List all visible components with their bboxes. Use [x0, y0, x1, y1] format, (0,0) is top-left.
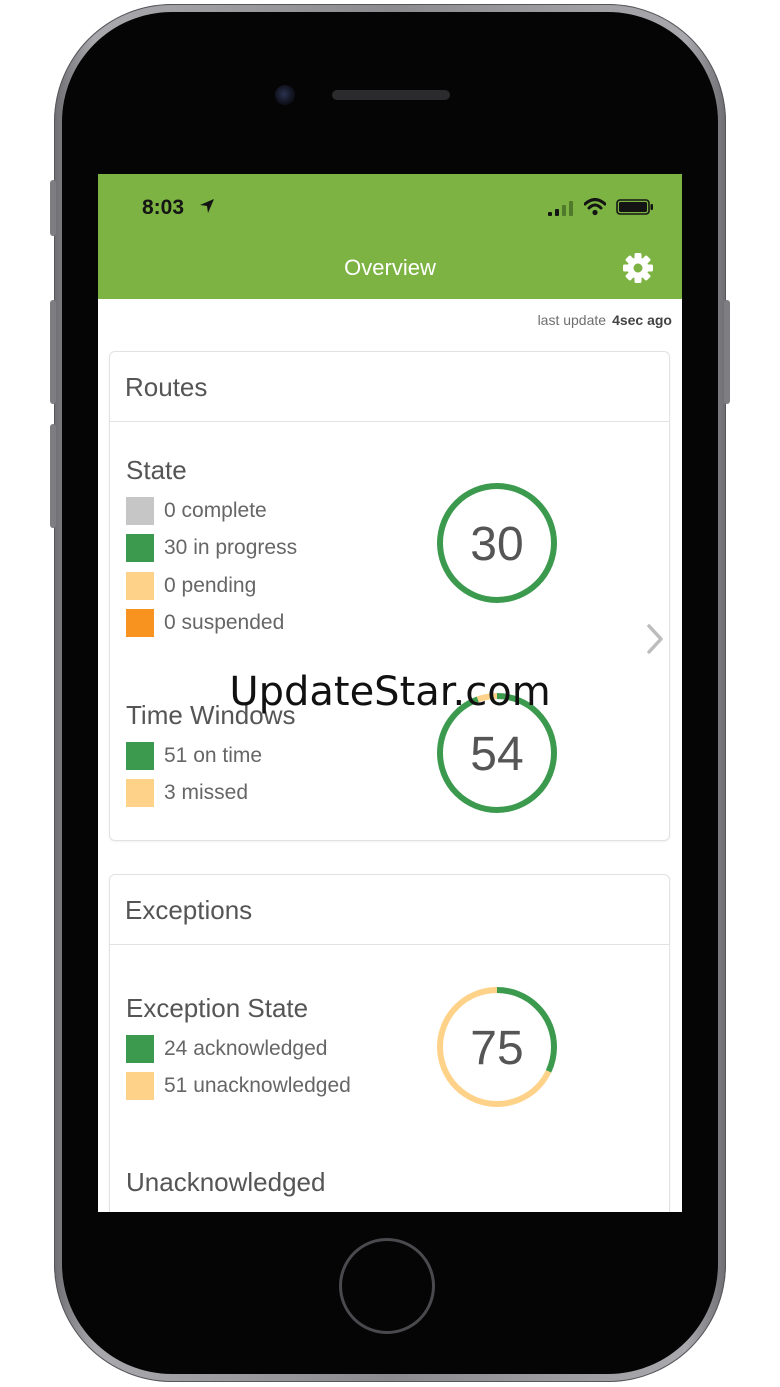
status-time: 8:03: [142, 196, 185, 219]
legend-swatch: [126, 572, 154, 600]
legend-item: 0 complete: [126, 497, 267, 525]
front-camera: [275, 85, 295, 105]
app-screen: 8:03 Overview last update 4sec ago Route…: [98, 174, 682, 1212]
last-update-value: 4sec ago: [612, 312, 672, 328]
legend-item: 3 missed: [126, 779, 248, 807]
legend-swatch: [126, 534, 154, 562]
legend-item: 0 pending: [126, 572, 256, 600]
legend-label: 3 missed: [164, 781, 249, 804]
routes-card[interactable]: Routes State 0 complete 30 in progress 0…: [109, 351, 670, 841]
legend-swatch: [126, 779, 154, 807]
last-update-label: last update: [537, 312, 607, 328]
legend-swatch: [126, 1072, 154, 1100]
cellular-signal-icon: [548, 201, 573, 216]
donut-total-label: 75: [470, 1022, 523, 1075]
legend-label: 0 pending: [164, 574, 257, 597]
donut-total-label: 30: [470, 518, 523, 571]
exceptions-card-header: Exceptions: [110, 875, 669, 945]
earpiece-speaker: [332, 90, 450, 100]
chevron-right-icon[interactable]: [644, 622, 666, 656]
silent-switch: [50, 180, 56, 236]
legend-item: 51 unacknowledged: [126, 1072, 351, 1100]
state-section-title: State: [126, 455, 187, 485]
time-windows-donut-chart: 54: [437, 693, 557, 813]
legend-swatch: [126, 742, 154, 770]
exception-state-donut-chart: 75: [437, 987, 557, 1107]
last-update: last update 4sec ago: [538, 312, 672, 328]
legend-item: 24 acknowledged: [126, 1035, 327, 1063]
legend-swatch: [126, 1035, 154, 1063]
legend-label: 24 acknowledged: [164, 1037, 328, 1060]
state-donut-chart: 30: [437, 483, 557, 603]
gear-icon[interactable]: [622, 252, 654, 284]
exceptions-card[interactable]: Exceptions Exception State 24 acknowledg…: [109, 874, 670, 1212]
legend-item: 0 suspended: [126, 609, 284, 637]
location-arrow-icon: [200, 199, 214, 213]
legend-label: 0 complete: [164, 499, 267, 522]
page-title: Overview: [344, 255, 436, 280]
legend-label: 51 unacknowledged: [164, 1074, 351, 1097]
donut-total-label: 54: [470, 728, 523, 781]
battery-icon: [616, 199, 653, 215]
legend-item: 51 on time: [126, 742, 262, 770]
legend-item: 30 in progress: [126, 534, 297, 562]
time-windows-section-title: Time Windows: [126, 700, 296, 730]
legend-swatch: [126, 609, 154, 637]
app-header: 8:03 Overview: [98, 174, 682, 299]
power-button: [724, 300, 730, 404]
volume-down-button: [50, 424, 56, 528]
routes-card-header: Routes: [110, 352, 669, 422]
unacknowledged-section-title: Unacknowledged: [126, 1167, 326, 1197]
exception-state-section-title: Exception State: [126, 993, 309, 1023]
volume-up-button: [50, 300, 56, 404]
legend-label: 0 suspended: [164, 611, 285, 634]
legend-label: 51 on time: [164, 744, 263, 767]
legend-label: 30 in progress: [164, 536, 298, 559]
home-button[interactable]: [339, 1238, 435, 1334]
wifi-icon: [584, 198, 606, 216]
legend-swatch: [126, 497, 154, 525]
